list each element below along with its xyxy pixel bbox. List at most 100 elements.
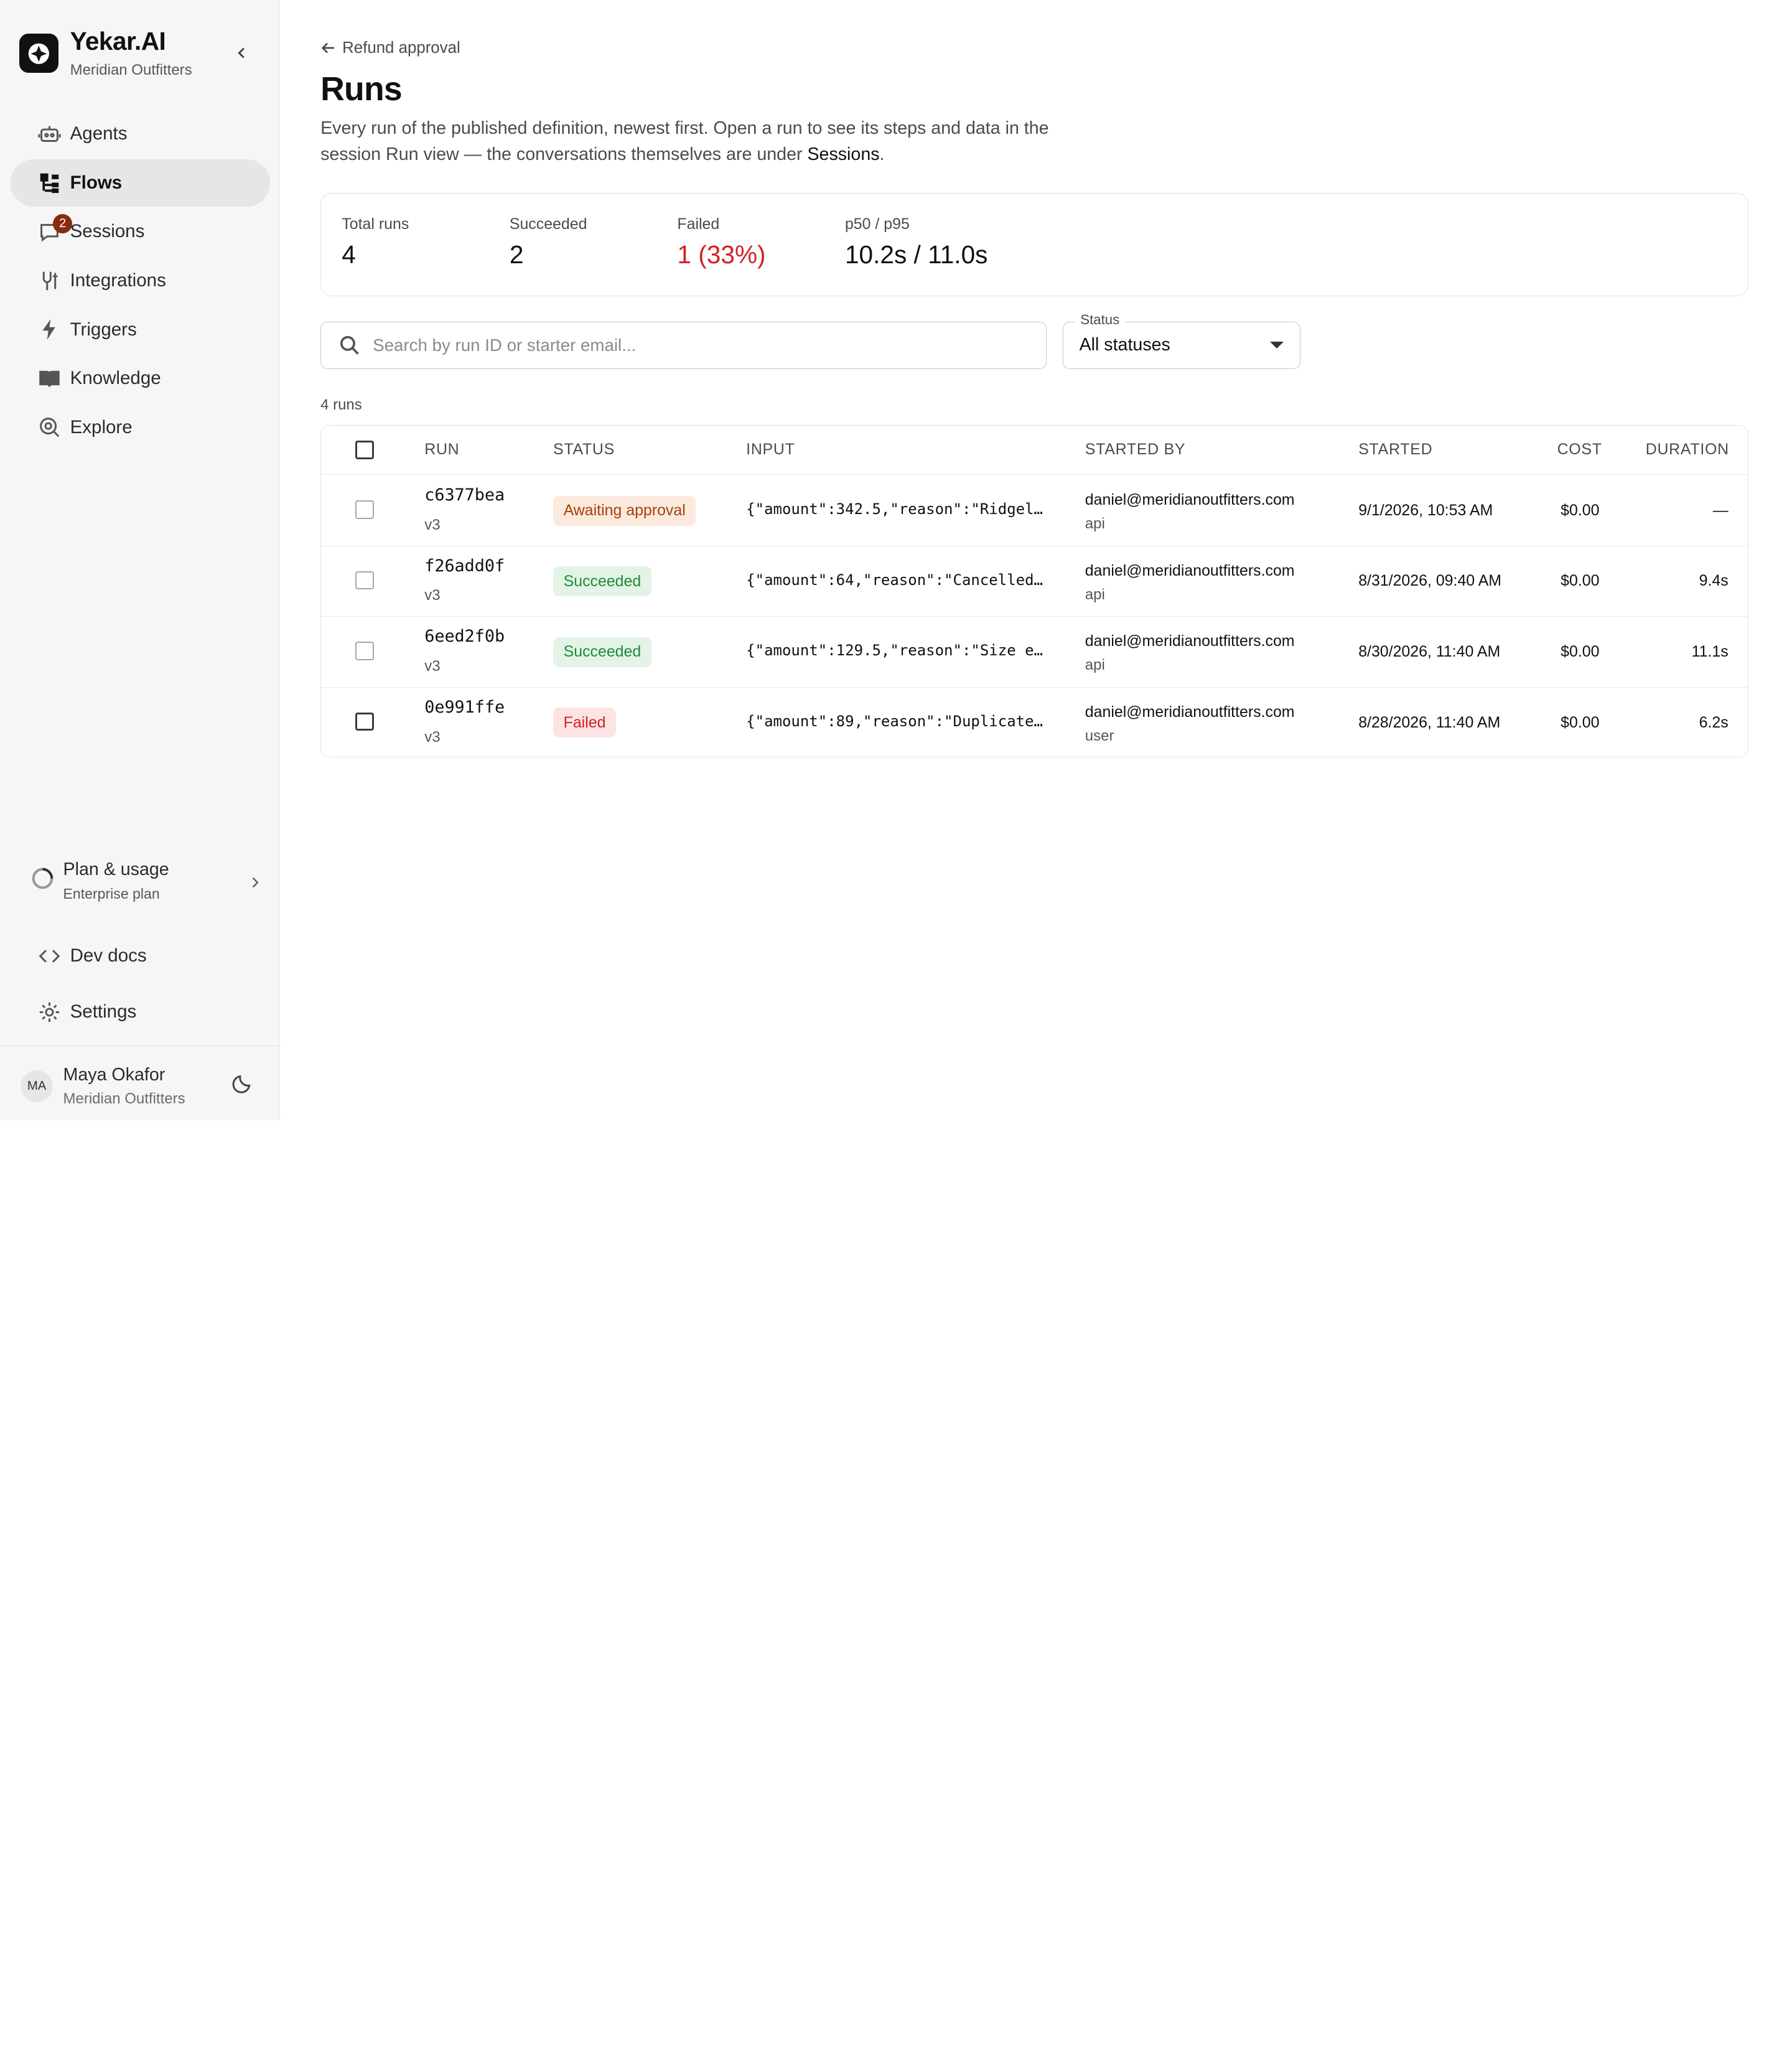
plan-title: Plan & usage [63,859,169,879]
stat-latency: p50 / p95 10.2s / 11.0s [845,215,988,269]
plan-usage[interactable]: Plan & usage Enterprise plan [31,859,261,902]
table-row[interactable]: f26add0f v3 Succeeded {"amount":64,"reas… [321,546,1748,617]
sidebar-item-label: Knowledge [70,368,161,389]
select-all-checkbox[interactable] [355,441,374,459]
run-duration: 11.1s [1691,643,1729,661]
starter-email: daniel@meridianoutfitters.com [1085,703,1295,721]
dev-docs-link[interactable]: Dev docs [38,945,147,968]
runs-count: 4 runs [320,396,362,413]
sidebar-item-knowledge[interactable]: Knowledge [11,355,270,402]
col-cost[interactable]: COST [1557,441,1602,459]
sidebar-item-label: Integrations [70,270,166,291]
stat-label: p50 / p95 [844,215,910,233]
col-duration[interactable]: DURATION [1646,441,1729,459]
run-version: v3 [424,587,441,604]
brand-logo-icon [19,34,59,73]
sidebar-item-flows[interactable]: Flows [10,159,270,207]
search-input[interactable] [373,335,1016,355]
run-input: {"amount":64,"reason":"Cancelled order"} [746,571,1047,589]
plan-subtitle: Enterprise plan [63,886,160,902]
sidebar: Yekar.AI Meridian Outfitters Agents Flow… [0,0,281,1121]
sidebar-item-integrations[interactable]: Integrations [11,257,270,304]
sidebar-nav: Agents Flows 2 Sessions Integrations Tri… [10,110,270,452]
bolt-icon [38,318,61,341]
row-checkbox[interactable] [355,712,374,731]
usage-ring-icon [31,867,54,895]
status-select[interactable]: Status All statuses [1062,312,1300,369]
status-badge: Failed [553,708,617,738]
run-version: v3 [424,658,441,675]
stat-label: Failed [677,215,720,233]
moon-icon[interactable] [232,1073,253,1098]
user-profile[interactable]: MA Maya Okafor Meridian Outfitters [21,1065,257,1107]
stat-succeeded: Succeeded 2 [510,215,587,269]
page-description: Every run of the published definition, n… [320,115,1101,168]
sidebar-item-explore[interactable]: Explore [11,404,270,451]
run-id[interactable]: 0e991ffe [424,698,505,717]
col-started[interactable]: STARTED [1358,441,1432,459]
table-row[interactable]: 6eed2f0b v3 Succeeded {"amount":129.5,"r… [321,617,1748,688]
row-checkbox[interactable] [355,642,374,660]
run-id[interactable]: 6eed2f0b [424,627,505,646]
settings-label: Settings [70,1001,137,1022]
status-badge: Awaiting approval [553,495,696,526]
col-status[interactable]: STATUS [553,441,615,459]
col-started-by[interactable]: STARTED BY [1085,441,1185,459]
starter-source: api [1085,657,1105,674]
sidebar-item-triggers[interactable]: Triggers [11,306,270,353]
run-duration: — [1712,501,1729,519]
collapse-sidebar-icon[interactable] [230,41,253,64]
sidebar-item-label: Agents [70,123,128,144]
stat-value: 4 [342,240,356,269]
search-box [320,321,1047,369]
run-duration: 6.2s [1699,713,1729,731]
stat-failed: Failed 1 (33%) [677,215,765,269]
started-at: 8/28/2026, 11:40 AM [1358,713,1501,731]
run-id[interactable]: f26add0f [424,556,505,576]
page-title: Runs [320,70,403,108]
explore-icon [38,416,61,439]
run-input: {"amount":89,"reason":"Duplicate charge"… [746,712,1047,730]
settings-link[interactable]: Settings [38,1001,136,1024]
started-at: 8/30/2026, 11:40 AM [1358,643,1501,661]
run-cost: $0.00 [1561,643,1600,661]
status-select-value: All statuses [1079,335,1170,355]
runs-table: RUN STATUS INPUT STARTED BY STARTED COST… [320,425,1748,757]
starter-email: daniel@meridianoutfitters.com [1085,561,1295,579]
table-header: RUN STATUS INPUT STARTED BY STARTED COST… [321,426,1748,475]
stat-value: 2 [509,240,524,269]
table-row[interactable]: 0e991ffe v3 Failed {"amount":89,"reason"… [321,687,1748,757]
started-at: 8/31/2026, 09:40 AM [1358,572,1502,590]
row-checkbox[interactable] [355,500,374,519]
sessions-link[interactable]: Sessions [807,144,879,164]
started-at: 9/1/2026, 10:53 AM [1358,501,1493,519]
run-id[interactable]: c6377bea [424,485,505,505]
sidebar-item-label: Sessions [70,221,145,242]
run-cost: $0.00 [1561,501,1600,519]
run-duration: 9.4s [1699,572,1729,590]
col-run[interactable]: RUN [424,441,459,459]
col-input[interactable]: INPUT [746,441,795,459]
sidebar-item-label: Explore [70,416,133,437]
row-checkbox[interactable] [355,571,374,590]
brand-org: Meridian Outfitters [70,61,192,78]
stats-card: Total runs 4 Succeeded 2 Failed 1 (33%) … [320,193,1748,297]
back-link-label: Refund approval [342,39,460,57]
brand[interactable]: Yekar.AI Meridian Outfitters [19,29,192,78]
book-icon [38,367,61,390]
sidebar-item-agents[interactable]: Agents [11,110,270,157]
caret-down-icon [1270,342,1284,349]
stat-value: 10.2s / 11.0s [844,240,988,269]
table-row[interactable]: c6377bea v3 Awaiting approval {"amount":… [321,475,1748,546]
arrow-left-icon [321,42,335,54]
run-version: v3 [424,516,441,533]
main-content: Refund approval Runs Every run of the pu… [280,0,1792,1120]
status-select-label: Status [1075,312,1126,329]
status-badge: Succeeded [553,566,651,597]
stat-total-runs: Total runs 4 [342,215,409,269]
sidebar-item-sessions[interactable]: 2 Sessions [11,208,270,256]
dev-docs-label: Dev docs [70,945,147,966]
starter-source: api [1085,515,1105,533]
stat-value: 1 (33%) [677,240,766,269]
back-link[interactable]: Refund approval [320,39,460,57]
